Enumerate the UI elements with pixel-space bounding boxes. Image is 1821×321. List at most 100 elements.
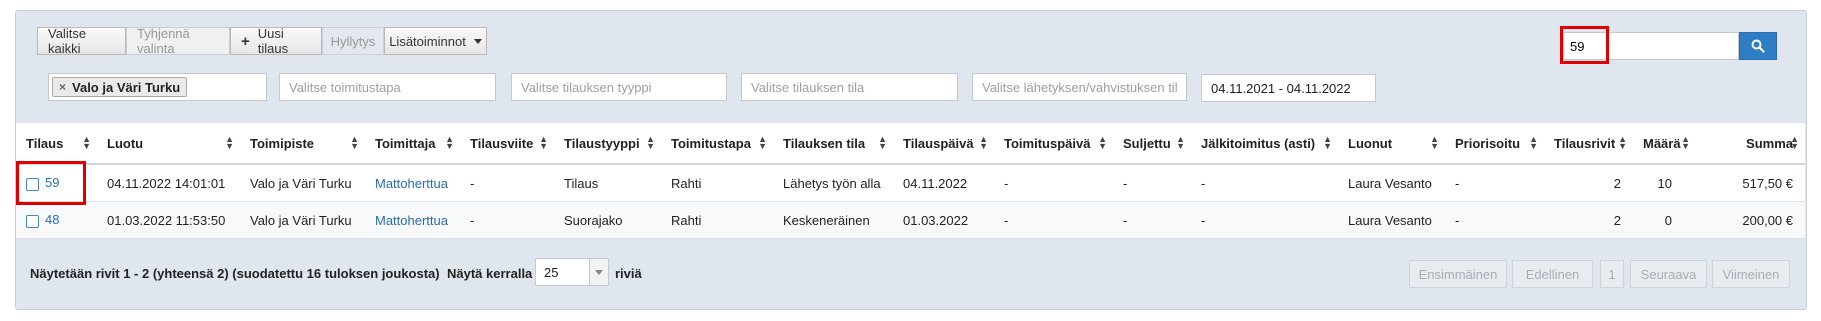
order-status-filter[interactable] <box>741 73 958 101</box>
cell-lines: 2 <box>1544 164 1633 202</box>
results-summary: Näytetään rivit 1 - 2 (yhteensä 2) (suod… <box>30 266 440 281</box>
more-actions-dropdown[interactable]: Lisätoiminnot <box>384 27 487 55</box>
cell-closed: - <box>1113 201 1191 239</box>
first-page-button[interactable]: Ensimmäinen <box>1409 260 1507 288</box>
cell-order-date: 04.11.2022 <box>893 164 994 202</box>
sort-icon: ▲ ▼ <box>1681 134 1690 151</box>
previous-page-button[interactable]: Edellinen <box>1512 260 1593 288</box>
remove-tag-icon[interactable]: × <box>59 80 66 94</box>
orders-table: Tilaus ▲ ▼ Luotu ▲ ▼ Toimipiste ▲ ▼ Toimittaja… <box>16 123 1805 239</box>
store-tag-label: Valo ja Väri Turku <box>72 79 181 95</box>
sort-icon: ▲ ▼ <box>1529 134 1538 151</box>
new-order-button[interactable]: + Uusi tilaus <box>230 26 322 56</box>
cell-status: Lähetys työn alla <box>773 164 893 202</box>
cell-reference: - <box>460 201 554 239</box>
cell-lines: 2 <box>1544 201 1633 239</box>
sort-icon: ▲ ▼ <box>445 134 454 151</box>
cell-delivery: Rahti <box>661 164 773 202</box>
row-checkbox[interactable] <box>26 214 39 228</box>
column-header-order[interactable]: Tilaus ▲ ▼ <box>16 123 97 165</box>
cell-created: 04.11.2022 14:01:01 <box>97 164 240 202</box>
column-header-reference[interactable]: Tilausviite ▲ ▼ <box>460 123 554 165</box>
supplier-link[interactable]: Mattoherttua <box>375 213 448 228</box>
column-header-order-lines[interactable]: Tilausrivit ▲ ▼ <box>1544 123 1633 165</box>
cell-quantity: 10 <box>1633 164 1696 202</box>
sort-icon: ▲ ▼ <box>1323 134 1332 151</box>
column-header-delivery-method[interactable]: Toimitustapa ▲ ▼ <box>661 123 773 165</box>
table-row[interactable]: 59 04.11.2022 14:01:01 Valo ja Väri Turk… <box>16 164 1805 202</box>
table-row[interactable]: 48 01.03.2022 11:53:50 Valo ja Väri Turk… <box>16 201 1805 239</box>
column-header-store[interactable]: Toimipiste ▲ ▼ <box>240 123 365 165</box>
column-header-delivery-date[interactable]: Toimituspäivä ▲ ▼ <box>994 123 1113 165</box>
caret-down-icon <box>473 38 482 44</box>
column-header-backorder[interactable]: Jälkitoimitus (asti) ▲ ▼ <box>1191 123 1338 165</box>
sort-icon: ▲ ▼ <box>539 134 548 151</box>
sort-icon: ▲ ▼ <box>646 134 655 151</box>
sort-icon: ▲ ▼ <box>979 134 988 151</box>
search-icon <box>1751 39 1765 53</box>
cell-order-date: 01.03.2022 <box>893 201 994 239</box>
sort-icon: ▲ ▼ <box>758 134 767 151</box>
table-header-row: Tilaus ▲ ▼ Luotu ▲ ▼ Toimipiste ▲ ▼ Toimittaja… <box>16 123 1805 165</box>
approval-label: Hyllytys <box>330 33 376 49</box>
cell-sum: 200,00 € <box>1696 201 1805 239</box>
cell-delivery-date: - <box>994 164 1113 202</box>
select-all-button[interactable]: Valitse kaikki <box>37 26 126 56</box>
page-size-select[interactable]: 25 <box>535 258 609 286</box>
clear-selection-button[interactable]: Tyhjennä valinta <box>126 26 230 56</box>
search-highlight-box <box>1560 26 1609 64</box>
column-header-sum[interactable]: Summa ▲ ▼ <box>1696 123 1805 165</box>
sort-icon: ▲ ▼ <box>350 134 359 151</box>
approval-button[interactable]: Hyllytys <box>322 27 384 55</box>
column-header-prioritized[interactable]: Priorisoitu ▲ ▼ <box>1445 123 1544 165</box>
cell-prioritized: - <box>1445 164 1544 202</box>
next-page-button[interactable]: Seuraava <box>1630 260 1707 288</box>
column-header-order-status[interactable]: Tilauksen tila ▲ ▼ <box>773 123 893 165</box>
more-actions-label: Lisätoiminnot <box>389 33 466 49</box>
column-header-order-date[interactable]: Tilauspäivä ▲ ▼ <box>893 123 994 165</box>
page-size-value: 25 <box>544 264 559 280</box>
order-link[interactable]: 48 <box>45 212 59 227</box>
cell-store: Valo ja Väri Turku <box>240 201 365 239</box>
supplier-link[interactable]: Mattoherttua <box>375 176 448 191</box>
date-range-input[interactable] <box>1201 74 1376 102</box>
new-order-label: Uusi tilaus <box>257 26 289 56</box>
delivery-method-filter[interactable] <box>279 73 496 101</box>
sort-icon: ▲ ▼ <box>1176 134 1185 151</box>
page-size-label: Näytä kerralla <box>447 266 533 281</box>
column-header-closed[interactable]: Suljettu ▲ ▼ <box>1113 123 1191 165</box>
cell-created-by: Laura Vesanto <box>1338 164 1445 202</box>
cell-quantity: 0 <box>1633 201 1696 239</box>
sort-icon: ▲ ▼ <box>1098 134 1107 151</box>
column-header-quantity[interactable]: Määrä ▲ ▼ <box>1633 123 1696 165</box>
column-header-created-by[interactable]: Luonut ▲ ▼ <box>1338 123 1445 165</box>
cell-prioritized: - <box>1445 201 1544 239</box>
cell-delivery-date: - <box>994 201 1113 239</box>
cell-sum: 517,50 € <box>1696 164 1805 202</box>
column-header-created[interactable]: Luotu ▲ ▼ <box>97 123 240 165</box>
last-page-button[interactable]: Viimeinen <box>1712 260 1790 288</box>
cell-created: 01.03.2022 11:53:50 <box>97 201 240 239</box>
chevron-down-icon <box>589 259 608 285</box>
column-header-order-type[interactable]: Tilaustyyppi ▲ ▼ <box>554 123 661 165</box>
sort-icon: ▲ ▼ <box>1790 134 1799 151</box>
cell-backorder: - <box>1191 164 1338 202</box>
sort-icon: ▲ ▼ <box>82 134 91 151</box>
store-filter-tag[interactable]: × Valo ja Väri Turku <box>52 77 188 97</box>
cell-reference: - <box>460 164 554 202</box>
column-header-supplier[interactable]: Toimittaja ▲ ▼ <box>365 123 460 165</box>
cell-delivery: Rahti <box>661 201 773 239</box>
sort-icon: ▲ ▼ <box>1618 134 1627 151</box>
page-number-button[interactable]: 1 <box>1600 260 1624 288</box>
cell-closed: - <box>1113 164 1191 202</box>
cell-backorder: - <box>1191 201 1338 239</box>
order-type-filter[interactable] <box>511 73 727 101</box>
cell-type: Suorajako <box>554 201 661 239</box>
sort-icon: ▲ ▼ <box>878 134 887 151</box>
order-highlight-box <box>16 161 86 205</box>
cell-created-by: Laura Vesanto <box>1338 201 1445 239</box>
cell-store: Valo ja Väri Turku <box>240 164 365 202</box>
cell-type: Tilaus <box>554 164 661 202</box>
shipment-status-filter[interactable] <box>972 73 1187 101</box>
search-button[interactable] <box>1739 32 1777 60</box>
